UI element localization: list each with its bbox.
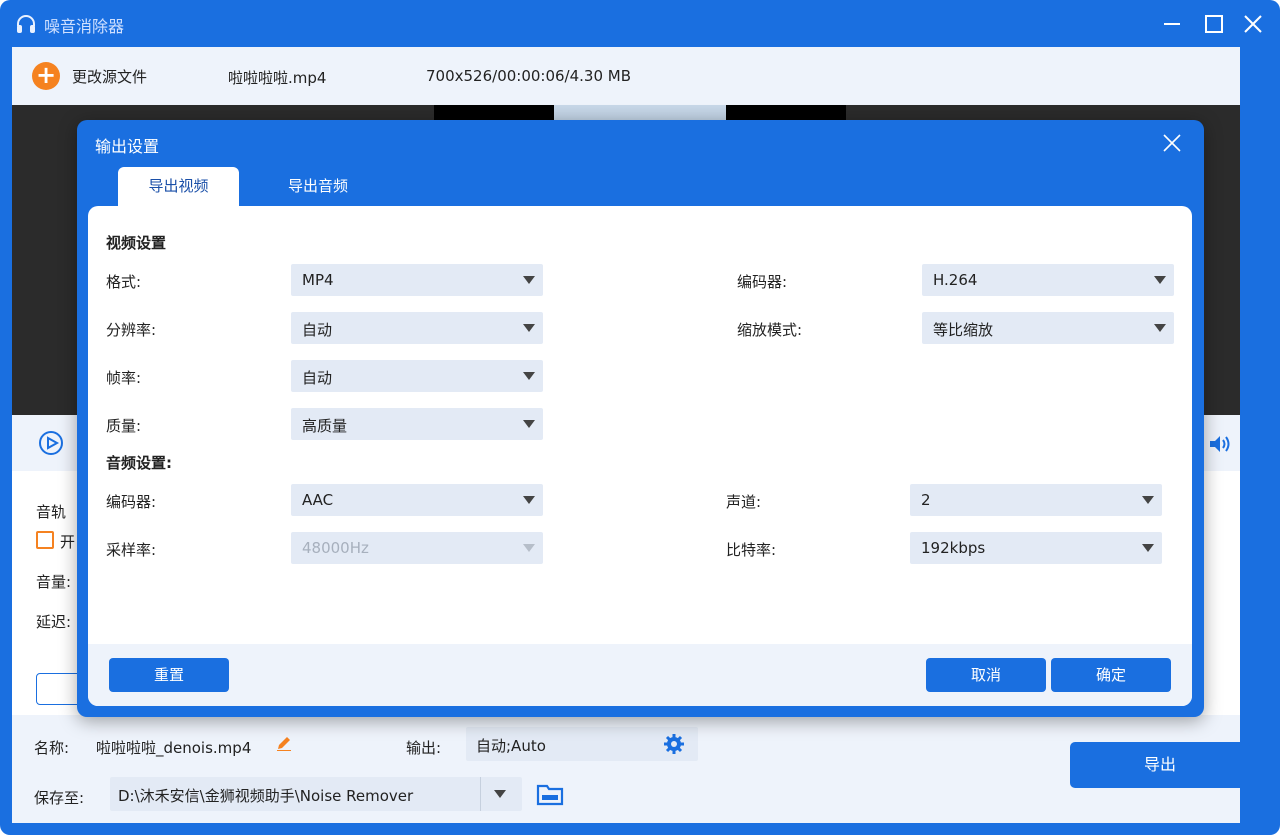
export-button[interactable]: 导出 bbox=[1070, 742, 1250, 788]
dialog-footer: 重置 取消 确定 bbox=[88, 644, 1192, 706]
tab-export-audio[interactable]: 导出音频 bbox=[257, 167, 379, 207]
audio-encoder-select[interactable]: AAC bbox=[291, 484, 543, 516]
audio-settings-heading: 音频设置: bbox=[106, 454, 172, 472]
close-icon[interactable] bbox=[1241, 12, 1265, 36]
close-icon[interactable] bbox=[1161, 132, 1183, 154]
save-to-label: 保存至: bbox=[34, 789, 85, 807]
chevron-down-icon[interactable] bbox=[494, 790, 506, 798]
app-title: 噪音消除器 bbox=[44, 17, 125, 36]
chevron-down-icon bbox=[523, 324, 535, 332]
resolution-value: 自动 bbox=[302, 321, 333, 339]
chevron-down-icon bbox=[523, 276, 535, 284]
bitrate-label: 比特率: bbox=[726, 541, 777, 559]
enable-checkbox[interactable] bbox=[36, 531, 54, 549]
zoom-mode-select[interactable]: 等比缩放 bbox=[922, 312, 1174, 344]
title-bar: 噪音消除器 bbox=[0, 0, 1280, 48]
volume-label: 音量: bbox=[36, 573, 72, 591]
format-value: MP4 bbox=[302, 271, 334, 289]
delay-label: 延迟: bbox=[36, 613, 72, 631]
name-label: 名称: bbox=[34, 739, 70, 757]
enable-label: 开 bbox=[60, 533, 76, 551]
chevron-down-icon bbox=[1142, 544, 1154, 552]
chevron-down-icon bbox=[523, 372, 535, 380]
video-encoder-value: H.264 bbox=[933, 271, 978, 289]
maximize-icon[interactable] bbox=[1202, 12, 1226, 36]
output-name-value: 啦啦啦啦_denois.mp4 bbox=[96, 739, 252, 757]
format-label: 格式: bbox=[106, 273, 142, 291]
dialog-title: 输出设置 bbox=[95, 137, 160, 156]
audio-encoder-value: AAC bbox=[302, 491, 334, 509]
samplerate-select: 48000Hz bbox=[291, 532, 543, 564]
minimize-icon[interactable] bbox=[1160, 12, 1184, 36]
channel-value: 2 bbox=[921, 491, 931, 509]
headphones-icon bbox=[17, 15, 35, 33]
cancel-button[interactable]: 取消 bbox=[926, 658, 1046, 692]
confirm-button[interactable]: 确定 bbox=[1051, 658, 1171, 692]
output-settings-dialog: 输出设置 导出视频 导出音频 视频设置 格式: MP4 编码器: H.264 分… bbox=[77, 120, 1204, 717]
resolution-select[interactable]: 自动 bbox=[291, 312, 543, 344]
resolution-label: 分辨率: bbox=[106, 321, 157, 339]
channel-label: 声道: bbox=[726, 493, 762, 511]
format-select[interactable]: MP4 bbox=[291, 264, 543, 296]
output-format-value: 自动;Auto bbox=[476, 737, 546, 755]
video-encoder-select[interactable]: H.264 bbox=[922, 264, 1174, 296]
path-divider bbox=[480, 777, 481, 811]
change-source-label[interactable]: 更改源文件 bbox=[72, 66, 147, 87]
add-source-button[interactable]: + bbox=[32, 62, 60, 90]
samplerate-label: 采样率: bbox=[106, 541, 157, 559]
file-name: 啦啦啦啦.mp4 bbox=[228, 69, 327, 87]
tab-export-video[interactable]: 导出视频 bbox=[118, 167, 239, 207]
gear-icon[interactable] bbox=[663, 733, 685, 755]
audio-track-label: 音轨 bbox=[36, 503, 67, 521]
bitrate-select[interactable]: 192kbps bbox=[910, 532, 1162, 564]
audio-encoder-label: 编码器: bbox=[106, 493, 157, 511]
file-info: 700x526/00:00:06/4.30 MB bbox=[426, 67, 632, 85]
channel-select[interactable]: 2 bbox=[910, 484, 1162, 516]
chevron-down-icon bbox=[1142, 496, 1154, 504]
bitrate-value: 192kbps bbox=[921, 539, 986, 557]
output-label: 输出: bbox=[406, 739, 442, 757]
zoom-mode-label: 缩放模式: bbox=[737, 321, 803, 339]
volume-icon[interactable] bbox=[1208, 433, 1232, 455]
play-icon[interactable] bbox=[38, 430, 64, 456]
quality-value: 高质量 bbox=[302, 417, 348, 435]
framerate-value: 自动 bbox=[302, 369, 333, 387]
chevron-down-icon bbox=[1154, 276, 1166, 284]
zoom-mode-value: 等比缩放 bbox=[933, 321, 994, 339]
folder-icon[interactable] bbox=[536, 781, 564, 807]
edit-icon[interactable] bbox=[276, 735, 292, 751]
video-settings-heading: 视频设置 bbox=[106, 234, 167, 252]
file-bar: + 更改源文件 啦啦啦啦.mp4 700x526/00:00:06/4.30 M… bbox=[12, 47, 1240, 105]
chevron-down-icon bbox=[1154, 324, 1166, 332]
quality-select[interactable]: 高质量 bbox=[291, 408, 543, 440]
reset-button[interactable]: 重置 bbox=[109, 658, 229, 692]
framerate-select[interactable]: 自动 bbox=[291, 360, 543, 392]
framerate-label: 帧率: bbox=[106, 369, 142, 387]
chevron-down-icon bbox=[523, 496, 535, 504]
app-window: 噪音消除器 + 更改源文件 啦啦啦啦.mp4 700x526/00:00:06/… bbox=[0, 0, 1280, 835]
output-format-field[interactable]: 自动;Auto bbox=[466, 727, 698, 761]
chevron-down-icon bbox=[523, 544, 535, 552]
bottom-bar: 名称: 啦啦啦啦_denois.mp4 输出: 自动;Auto 保存至: D:\… bbox=[12, 715, 1250, 823]
dialog-body: 视频设置 格式: MP4 编码器: H.264 分辨率: 自动 缩放模式: 等比… bbox=[88, 206, 1192, 706]
chevron-down-icon bbox=[523, 420, 535, 428]
samplerate-value: 48000Hz bbox=[302, 539, 369, 557]
quality-label: 质量: bbox=[106, 417, 142, 435]
video-encoder-label: 编码器: bbox=[737, 273, 788, 291]
save-path-value: D:\沐禾安信\金狮视频助手\Noise Remover bbox=[118, 787, 414, 805]
save-path-field[interactable]: D:\沐禾安信\金狮视频助手\Noise Remover bbox=[110, 777, 522, 811]
